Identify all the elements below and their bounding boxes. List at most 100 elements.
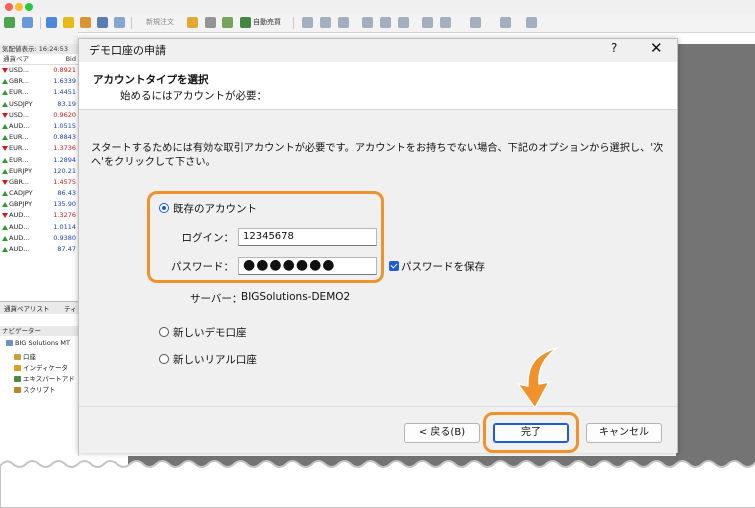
- templates-icon[interactable]: [526, 17, 537, 28]
- market-watch-icon[interactable]: [46, 17, 57, 28]
- price-up-icon: [2, 90, 8, 96]
- market-watch-row[interactable]: USD... 0.8921: [0, 65, 78, 76]
- new-demo-account-label[interactable]: 新しいデモ口座: [173, 325, 247, 340]
- market-watch-row[interactable]: AUD... 1.3276: [0, 210, 78, 221]
- bid-price: 1.0114: [53, 222, 76, 231]
- price-down-icon: [2, 68, 8, 73]
- navigator-item-scripts[interactable]: スクリプト: [14, 384, 56, 394]
- navigator-header: ナビゲーター: [0, 326, 78, 336]
- close-window-icon[interactable]: [5, 3, 13, 11]
- periods-icon[interactable]: [500, 17, 511, 28]
- profiles-icon[interactable]: [22, 17, 33, 28]
- price-up-icon: [2, 157, 8, 163]
- pointer-arrow-icon: [517, 347, 558, 409]
- navigator-icon[interactable]: [80, 17, 91, 28]
- zoom-window-icon[interactable]: [25, 3, 33, 11]
- options-icon[interactable]: [222, 17, 233, 28]
- signals-icon[interactable]: [205, 17, 216, 28]
- step-subheading: 始めるにはアカウントが必要：: [120, 90, 267, 102]
- indicators-icon[interactable]: [470, 17, 481, 28]
- market-watch-row[interactable]: GBR... 1.6339: [0, 76, 78, 87]
- existing-account-highlight: [147, 191, 384, 283]
- auto-trade-button[interactable]: 自動売買: [253, 17, 281, 27]
- market-watch-row[interactable]: AUD... 1.0114: [0, 222, 78, 233]
- price-down-icon: [2, 179, 8, 185]
- price-up-icon: [2, 224, 8, 230]
- price-up-icon: [2, 168, 8, 174]
- market-watch-row[interactable]: USD... 0.9620: [0, 110, 78, 121]
- symbol-name: EUR...: [9, 155, 29, 164]
- market-watch-row[interactable]: AUD... 1.0515: [0, 121, 78, 132]
- market-watch-row[interactable]: CADJPY 86.43: [0, 188, 78, 199]
- price-up-icon: [2, 247, 8, 252]
- symbol-name: AUD...: [9, 211, 30, 220]
- bid-column-header[interactable]: Bid: [66, 54, 76, 64]
- save-password-checkbox[interactable]: [389, 261, 399, 271]
- tab-tick-chart[interactable]: ティ: [64, 303, 77, 313]
- bid-price: 1.3276: [53, 211, 76, 220]
- market-watch-row[interactable]: USDJPY 83.19: [0, 99, 78, 110]
- market-watch-panel: 気配値表示: 16:24:53 通貨ペア Bid USD... 0.8921 GBR…: [0, 44, 79, 314]
- zoom-in-icon[interactable]: [362, 17, 373, 28]
- bid-price: 120.21: [53, 166, 76, 175]
- price-up-icon: [2, 79, 8, 85]
- line-chart-icon[interactable]: [338, 17, 349, 28]
- market-watch-row[interactable]: GBPJPY 135.90: [0, 199, 78, 210]
- auto-trade-icon[interactable]: [240, 17, 251, 28]
- tester-icon[interactable]: [114, 17, 125, 28]
- market-watch-row[interactable]: EUR... 1.3736: [0, 143, 78, 154]
- tile-windows-icon[interactable]: [398, 17, 409, 28]
- dialog-title: デモ口座の申請: [89, 44, 166, 57]
- chart-shift-icon[interactable]: [440, 17, 451, 28]
- navigator-item-accounts[interactable]: 口座: [14, 351, 36, 361]
- symbol-name: EURJPY: [9, 166, 33, 175]
- new-demo-account-radio[interactable]: [159, 327, 169, 337]
- symbol-name: USD...: [9, 110, 30, 119]
- bid-price: 135.90: [53, 200, 76, 209]
- bid-price: 1.0515: [53, 121, 76, 130]
- market-watch-row[interactable]: EURJPY 120.21: [0, 166, 78, 177]
- save-password-label[interactable]: パスワードを保存: [401, 259, 485, 274]
- minimize-window-icon[interactable]: [15, 3, 23, 11]
- market-watch-row[interactable]: AUD... 87.47: [0, 244, 78, 255]
- bid-price: 0.8921: [53, 66, 76, 74]
- metaeditor-icon[interactable]: [187, 17, 198, 28]
- market-watch-row[interactable]: AUD... 0.9380: [0, 233, 78, 244]
- market-watch-row[interactable]: GBR... 1.4575: [0, 177, 78, 188]
- bid-price: 1.4451: [53, 88, 76, 97]
- navigator-item-experts[interactable]: エキスパートアド: [14, 373, 75, 383]
- server-value: BIGSolutions-DEMO2: [241, 291, 351, 303]
- secondary-toolbar: [0, 32, 78, 44]
- symbol-name: AUD...: [9, 121, 30, 130]
- accounts-icon: [14, 354, 21, 360]
- new-real-account-radio[interactable]: [159, 354, 169, 364]
- market-watch-row[interactable]: EUR... 0.8843: [0, 132, 78, 143]
- symbol-name: USD...: [9, 66, 30, 74]
- screenshot-frame: 新規注文 自動売買 気配値表示: 16:24:53 通貨ペア Bid USD..…: [0, 0, 755, 508]
- new-chart-icon[interactable]: [4, 17, 15, 28]
- price-up-icon: [2, 123, 8, 129]
- tab-symbols-list[interactable]: 通貨ペアリスト: [4, 303, 50, 313]
- auto-scroll-icon[interactable]: [422, 17, 433, 28]
- symbol-name: AUD...: [9, 222, 30, 231]
- zoom-out-icon[interactable]: [380, 17, 391, 28]
- bid-price: 83.19: [57, 99, 76, 108]
- new-real-account-label[interactable]: 新しいリアル口座: [173, 352, 257, 367]
- torn-edge-decoration: [0, 460, 755, 508]
- data-window-icon[interactable]: [63, 17, 74, 28]
- help-button[interactable]: ?: [611, 41, 617, 55]
- new-order-button[interactable]: 新規注文: [146, 17, 174, 27]
- market-watch-tabs: 通貨ペアリスト ティ: [0, 301, 78, 314]
- chart-workspace[interactable]: [676, 44, 755, 456]
- candle-chart-icon[interactable]: [320, 17, 331, 28]
- terminal-icon[interactable]: [97, 17, 108, 28]
- market-watch-row[interactable]: EUR... 1.2894: [0, 155, 78, 166]
- market-watch-row[interactable]: EUR... 1.4451: [0, 87, 78, 98]
- price-down-icon: [2, 146, 8, 152]
- bar-chart-icon[interactable]: [302, 17, 313, 28]
- close-dialog-button[interactable]: ✕: [650, 39, 663, 57]
- navigator-root[interactable]: BIG Solutions MT: [6, 339, 70, 347]
- price-down-icon: [2, 112, 8, 118]
- navigator-item-indicators[interactable]: インディケータ: [14, 362, 68, 372]
- symbol-column-header[interactable]: 通貨ペア: [3, 54, 29, 64]
